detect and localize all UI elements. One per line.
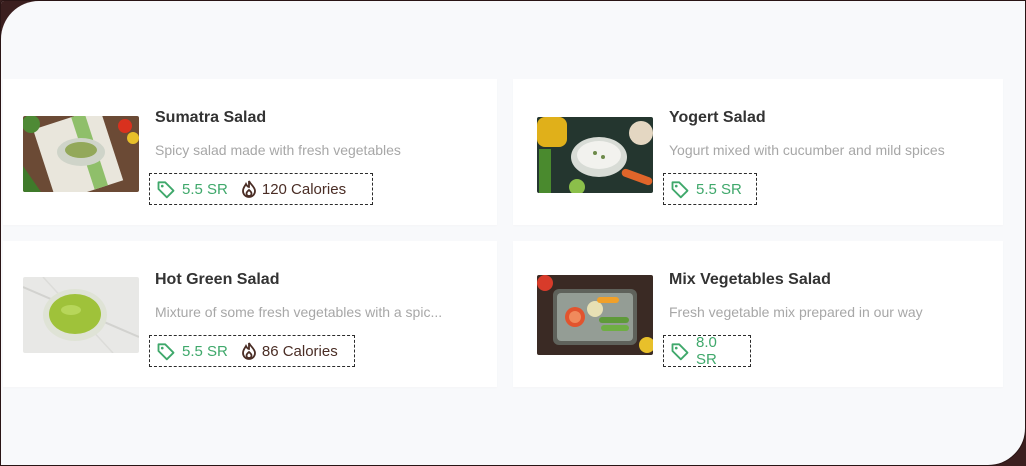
menu-item-meta: 5.5 SR 86 Calories	[149, 335, 355, 367]
price-tag-icon	[156, 179, 176, 199]
flame-icon	[241, 180, 256, 198]
app-frame: Sumatra Salad Spicy salad made with fres…	[0, 0, 1026, 466]
calories: 120 Calories	[241, 180, 347, 198]
price-tag-icon	[670, 341, 690, 361]
price: 5.5 SR	[156, 341, 228, 361]
menu-item-title: Mix Vegetables Salad	[669, 271, 831, 288]
price-value: 5.5 SR	[182, 342, 228, 360]
calories-value: 120 Calories	[261, 180, 347, 198]
menu-item-card[interactable]: Sumatra Salad Spicy salad made with fres…	[3, 79, 497, 225]
menu-item-meta: 8.0 SR	[663, 334, 751, 368]
menu-item-description: Mixture of some fresh vegetables with a …	[155, 304, 443, 320]
menu-item-image	[537, 275, 653, 355]
menu-item-meta: 5.5 SR	[663, 173, 757, 205]
menu-item-image	[537, 117, 653, 193]
price-tag-icon	[670, 179, 690, 199]
price-value: 5.5 SR	[696, 180, 742, 198]
menu-item-meta: 5.5 SR 120 Calories	[149, 173, 373, 205]
menu-item-image	[23, 116, 139, 192]
menu-item-description: Fresh vegetable mix prepared in our way	[669, 304, 923, 320]
price-tag-icon	[156, 341, 176, 361]
price: 5.5 SR	[156, 179, 228, 199]
menu-item-title: Yogert Salad	[669, 109, 766, 126]
menu-item-card[interactable]: Hot Green Salad Mixture of some fresh ve…	[3, 241, 497, 387]
menu-item-card[interactable]: Yogert Salad Yogurt mixed with cucumber …	[513, 79, 1003, 225]
calories-value: 86 Calories	[261, 342, 338, 360]
price-value: 5.5 SR	[182, 180, 228, 198]
menu-item-title: Hot Green Salad	[155, 271, 280, 288]
menu-item-image	[23, 277, 139, 353]
window-corner	[1, 1, 41, 41]
price: 5.5 SR	[670, 179, 742, 199]
menu-item-description: Yogurt mixed with cucumber and mild spic…	[669, 142, 945, 158]
menu-item-description: Spicy salad made with fresh vegetables	[155, 142, 401, 158]
menu-item-title: Sumatra Salad	[155, 109, 267, 126]
menu-item-card[interactable]: Mix Vegetables Salad Fresh vegetable mix…	[513, 241, 1003, 387]
flame-icon	[241, 342, 256, 360]
price: 8.0 SR	[670, 334, 738, 368]
calories: 86 Calories	[241, 342, 338, 360]
price-value: 8.0 SR	[696, 334, 717, 368]
